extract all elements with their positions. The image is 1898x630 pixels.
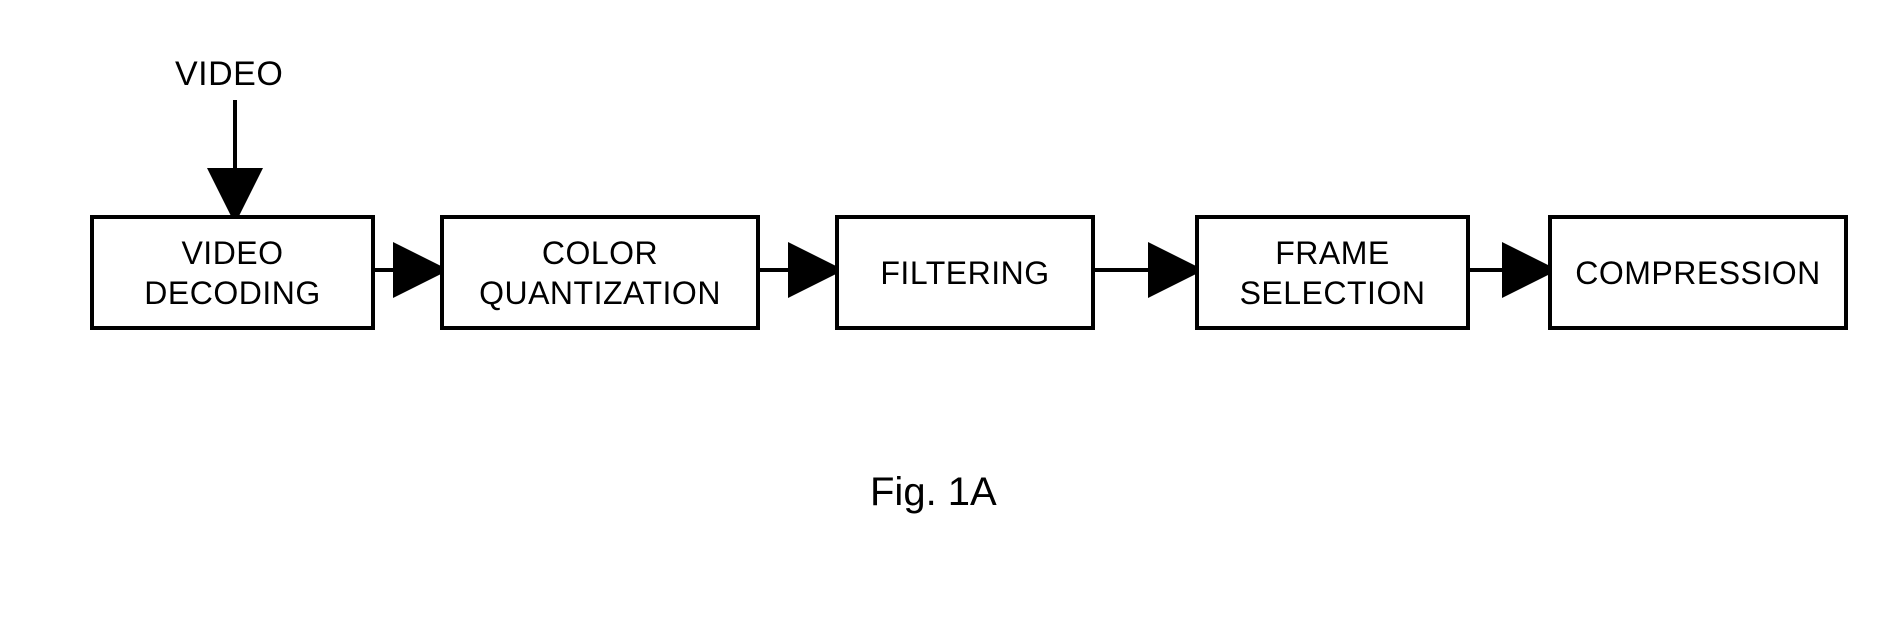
arrow-3-4	[1095, 260, 1195, 280]
input-label: VIDEO	[175, 55, 283, 94]
figure-caption-text: Fig. 1A	[870, 470, 997, 514]
input-label-text: VIDEO	[175, 55, 283, 93]
block-video-decoding: VIDEO DECODING	[90, 215, 375, 330]
block-filtering: FILTERING	[835, 215, 1095, 330]
block-frame-selection-label: FRAME SELECTION	[1240, 233, 1426, 313]
arrow-input	[225, 100, 245, 215]
arrow-2-3	[760, 260, 835, 280]
block-frame-selection: FRAME SELECTION	[1195, 215, 1470, 330]
diagram-canvas: VIDEO VIDEO DECODING COLOR QUANTIZATION	[0, 0, 1898, 630]
arrow-1-2	[375, 260, 440, 280]
block-video-decoding-label: VIDEO DECODING	[144, 233, 320, 313]
figure-caption: Fig. 1A	[870, 470, 997, 515]
block-color-quantization: COLOR QUANTIZATION	[440, 215, 760, 330]
arrow-4-5	[1470, 260, 1548, 280]
block-color-quantization-label: COLOR QUANTIZATION	[479, 233, 721, 313]
block-filtering-label: FILTERING	[880, 253, 1049, 293]
block-compression-label: COMPRESSION	[1575, 253, 1821, 293]
block-compression: COMPRESSION	[1548, 215, 1848, 330]
